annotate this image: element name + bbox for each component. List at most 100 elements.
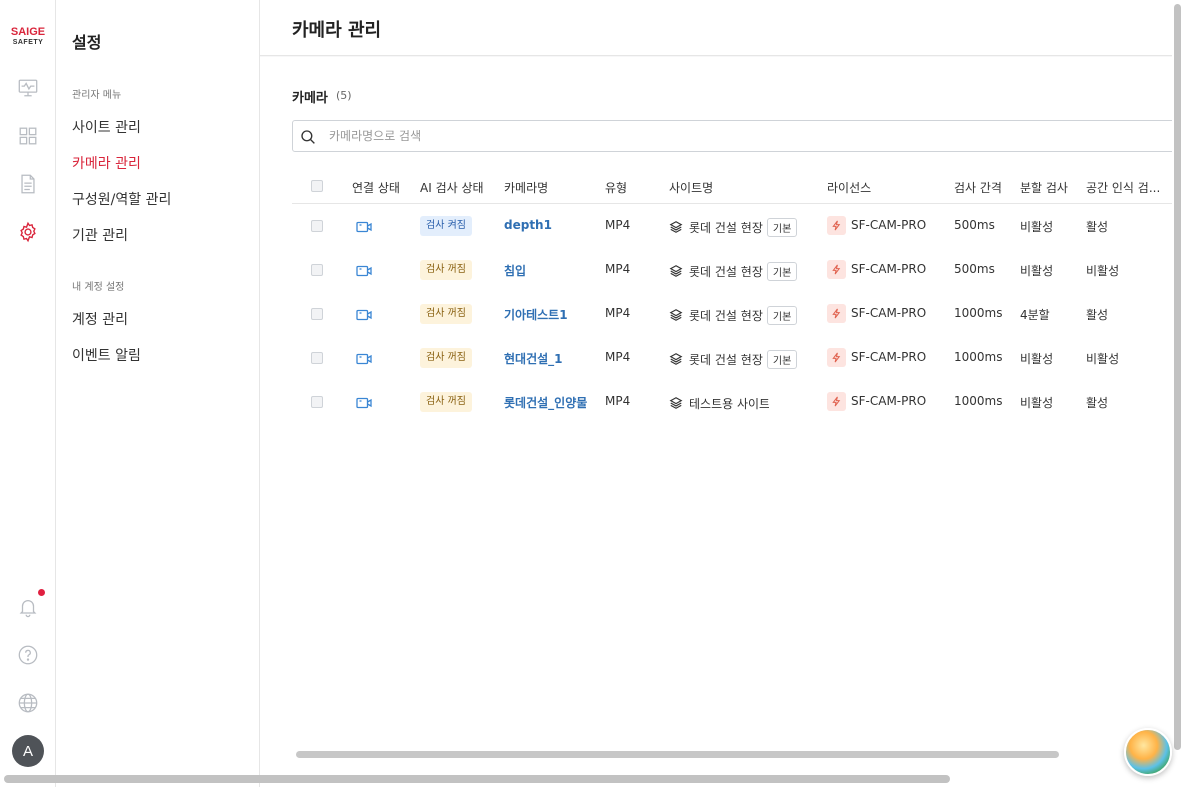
- sidebar-item-event-alerts[interactable]: 이벤트 알림: [72, 345, 141, 365]
- license-name: SF-CAM-PRO: [851, 306, 927, 320]
- license-icon: [827, 216, 846, 235]
- col-spatial[interactable]: 공간 인식 검...: [1086, 179, 1160, 196]
- page-horizontal-scrollbar[interactable]: [4, 775, 950, 783]
- settings-sidebar: 설정 관리자 메뉴 사이트 관리 카메라 관리 구성원/역할 관리 기관 관리 …: [56, 0, 260, 787]
- site-default-tag: 기본: [766, 261, 798, 281]
- site-default-tag: 기본: [766, 305, 798, 325]
- license-icon: [827, 392, 846, 411]
- col-license[interactable]: 라이선스: [827, 179, 871, 196]
- sidebar-item-cameras[interactable]: 카메라 관리: [72, 153, 141, 173]
- license-name: SF-CAM-PRO: [851, 218, 927, 232]
- split-inspection: 비활성: [1020, 396, 1054, 410]
- camera-type: MP4: [605, 394, 631, 408]
- ai-status-badge: 검사 꺼짐: [420, 304, 472, 324]
- layers-icon: [669, 353, 683, 365]
- spatial-recognition: 비활성: [1086, 352, 1120, 366]
- grid-icon[interactable]: [16, 124, 40, 148]
- gear-icon[interactable]: [16, 220, 40, 244]
- camera-connection-icon: [356, 307, 372, 321]
- col-type[interactable]: 유형: [605, 179, 627, 196]
- site-default-tag: 기본: [766, 349, 798, 369]
- spatial-recognition: 활성: [1086, 220, 1109, 234]
- table-row[interactable]: 검사 꺼짐 침입 MP4 롯데 건설 현장 기본 SF-CAM-PRO 500ms 비활성 비활…: [292, 248, 1172, 292]
- camera-type: MP4: [605, 218, 631, 232]
- camera-type: MP4: [605, 306, 631, 320]
- col-split[interactable]: 분할 검사: [1020, 179, 1068, 196]
- license-icon: [827, 348, 846, 367]
- license-name: SF-CAM-PRO: [851, 262, 927, 276]
- help-icon[interactable]: [16, 643, 40, 667]
- table-row[interactable]: 검사 켜짐 depth1 MP4 롯데 건설 현장 기본 SF-CAM-PRO 500ms 비…: [292, 204, 1172, 248]
- table-header: 연결 상태 AI 검사 상태 카메라명 유형 사이트명 라이선스 검사 간격 분…: [292, 168, 1172, 204]
- col-connection-status[interactable]: 연결 상태: [352, 179, 400, 196]
- page-title: 카메라 관리: [292, 20, 382, 41]
- row-checkbox[interactable]: [311, 352, 323, 364]
- camera-section-title: 카메라: [292, 91, 328, 106]
- sidebar-item-sites[interactable]: 사이트 관리: [72, 117, 141, 137]
- ai-status-badge: 검사 꺼짐: [420, 260, 472, 280]
- camera-name-link[interactable]: 롯데건설_인양물: [504, 394, 587, 411]
- license-icon: [827, 260, 846, 279]
- camera-content: 카메라 (5) 연결 상태 AI 검사 상태 카메라명 유형 사이트명 라이선스…: [260, 57, 1172, 787]
- globe-icon[interactable]: [16, 691, 40, 715]
- sidebar-item-organizations[interactable]: 기관 관리: [72, 225, 128, 245]
- site-cell: 롯데 건설 현장 기본: [669, 304, 799, 326]
- site-cell: 롯데 건설 현장 기본: [669, 260, 799, 282]
- table-row[interactable]: 검사 꺼짐 현대건설_1 MP4 롯데 건설 현장 기본 SF-CAM-PRO 1000ms…: [292, 336, 1172, 380]
- split-inspection: 비활성: [1020, 352, 1054, 366]
- ai-status-badge: 검사 꺼짐: [420, 348, 472, 368]
- bell-icon[interactable]: [16, 595, 40, 619]
- split-inspection: 4분할: [1020, 308, 1050, 322]
- document-icon[interactable]: [16, 172, 40, 196]
- site-cell: 롯데 건설 현장 기본: [669, 348, 799, 370]
- split-inspection: 비활성: [1020, 220, 1054, 234]
- inspection-interval: 500ms: [954, 262, 995, 276]
- camera-connection-icon: [356, 395, 372, 409]
- row-checkbox[interactable]: [311, 396, 323, 408]
- col-interval[interactable]: 검사 간격: [954, 179, 1002, 196]
- col-camera-name[interactable]: 카메라명: [504, 179, 548, 196]
- icon-rail: SAIGE SAFETY A: [0, 0, 56, 787]
- inspection-interval: 1000ms: [954, 394, 1003, 408]
- col-site-name[interactable]: 사이트명: [669, 179, 713, 196]
- notification-dot: [38, 589, 45, 596]
- monitor-pulse-icon[interactable]: [16, 76, 40, 100]
- site-default-tag: 기본: [766, 217, 798, 237]
- camera-type: MP4: [605, 262, 631, 276]
- search-box[interactable]: [292, 120, 1172, 152]
- site-cell: 롯데 건설 현장 기본: [669, 216, 799, 238]
- split-inspection: 비활성: [1020, 264, 1054, 278]
- camera-type: MP4: [605, 350, 631, 364]
- col-ai-status[interactable]: AI 검사 상태: [420, 179, 484, 196]
- camera-connection-icon: [356, 351, 372, 365]
- brand-logo[interactable]: SAIGE SAFETY: [7, 27, 49, 47]
- site-name: 테스트용 사이트2: [689, 396, 769, 411]
- avatar[interactable]: A: [12, 735, 44, 767]
- table-horizontal-scrollbar[interactable]: [296, 751, 1059, 758]
- assistant-launcher-button[interactable]: [1124, 728, 1172, 776]
- sidebar-title: 설정: [72, 33, 102, 52]
- spatial-recognition: 비활성: [1086, 264, 1120, 278]
- table-row[interactable]: 검사 꺼짐 기아테스트1 MP4 롯데 건설 현장 기본 SF-CAM-PRO 1000ms…: [292, 292, 1172, 336]
- sidebar-item-members-roles[interactable]: 구성원/역할 관리: [72, 189, 171, 209]
- row-checkbox[interactable]: [311, 220, 323, 232]
- camera-name-link[interactable]: 침입: [504, 262, 526, 279]
- row-checkbox[interactable]: [311, 264, 323, 276]
- license-name: SF-CAM-PRO: [851, 350, 927, 364]
- license-name: SF-CAM-PRO: [851, 394, 927, 408]
- camera-name-link[interactable]: 현대건설_1: [504, 350, 563, 367]
- table-row[interactable]: 검사 꺼짐 롯데건설_인양물 MP4 테스트용 사이트2 SF-CAM-PRO 1000m…: [292, 380, 1172, 424]
- camera-name-link[interactable]: depth1: [504, 218, 552, 232]
- select-all-checkbox[interactable]: [311, 180, 323, 192]
- inspection-interval: 1000ms: [954, 306, 1003, 320]
- site-name: 롯데 건설 현장: [689, 308, 763, 323]
- sidebar-item-account[interactable]: 계정 관리: [72, 309, 128, 329]
- spatial-recognition: 활성: [1086, 308, 1109, 322]
- search-input[interactable]: [329, 126, 1129, 146]
- license-icon: [827, 304, 846, 323]
- page-vertical-scrollbar[interactable]: [1174, 4, 1181, 750]
- camera-name-link[interactable]: 기아테스트1: [504, 306, 568, 323]
- layers-icon: [669, 397, 683, 409]
- row-checkbox[interactable]: [311, 308, 323, 320]
- site-name: 롯데 건설 현장: [689, 220, 763, 235]
